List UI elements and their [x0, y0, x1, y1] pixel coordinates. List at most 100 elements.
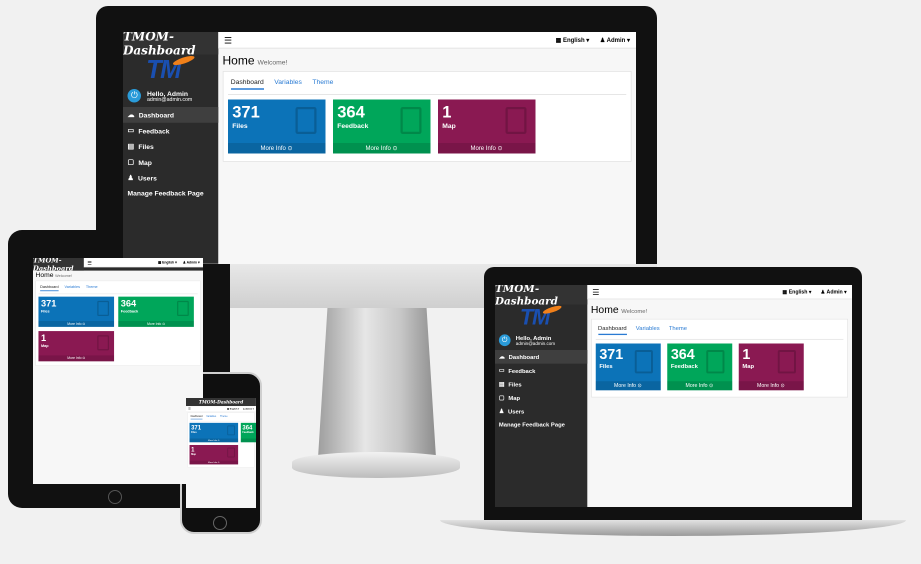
- tab-dashboard[interactable]: Dashboard: [40, 284, 59, 292]
- stat-box-map: 1 Map More Info ⊙: [437, 99, 536, 154]
- sidebar-item-files[interactable]: ▤ Files: [123, 139, 218, 155]
- sidebar-item-label: Feedback: [508, 367, 536, 374]
- language-label: English ▾: [562, 36, 590, 44]
- more-info-link[interactable]: More Info ⊙: [118, 321, 194, 327]
- user-icon: ♟: [599, 36, 607, 44]
- more-info-link[interactable]: More Info ⊙: [38, 355, 115, 362]
- tab-panel: Dashboard Variables Theme 371 Files More…: [35, 280, 201, 366]
- language-dropdown[interactable]: ▦ English ▾: [782, 289, 811, 295]
- desktop-monitor-stand: [318, 308, 436, 458]
- sidebar-item-feedback[interactable]: ▭ Feedback: [495, 364, 587, 378]
- more-info-link[interactable]: More Info ⊙: [666, 381, 732, 391]
- tab-theme[interactable]: Theme: [220, 415, 228, 419]
- stat-boxes: 371 Files More Info ⊙ 364 Feedback More …: [38, 296, 198, 362]
- laptop-screen: TMOM-Dashboard TM ⏻ Hello, Admin admin@a…: [495, 285, 852, 507]
- desktop-screen: TMOM-Dashboard TM ⏻ Hello, Admin admin@a…: [123, 32, 636, 264]
- tab-dashboard[interactable]: Dashboard: [190, 415, 203, 420]
- files-icon: [634, 350, 653, 374]
- tab-bar: Dashboard Variables Theme: [189, 414, 253, 422]
- tab-bar: Dashboard Variables Theme: [595, 322, 844, 340]
- company-logo: TM: [123, 54, 218, 85]
- stat-box-feedback: 364 Feedback More Info ⊙: [332, 99, 431, 154]
- dashboard-app: TMOM-Dashboard TM ⏻ Hello, Admin admin@a…: [495, 285, 852, 507]
- sidebar-item-files[interactable]: ▤ Files: [495, 377, 587, 391]
- user-name: Hello, Admin: [515, 334, 552, 342]
- language-dropdown[interactable]: ▦ English ▾: [158, 261, 177, 265]
- more-info-link[interactable]: More Info ⊙: [332, 143, 431, 154]
- map-icon: ▢: [498, 394, 505, 401]
- tab-theme[interactable]: Theme: [86, 284, 98, 291]
- main-content: HomeWelcome! Dashboard Variables Theme 3…: [587, 299, 852, 507]
- brand-title[interactable]: TMOM-Dashboard: [123, 32, 218, 58]
- more-info-link[interactable]: More Info ⊙: [240, 438, 256, 443]
- dashboard-app: TMOM-Dashboard TM ⏻ Hello, Admin admin@a…: [186, 398, 256, 508]
- tab-theme[interactable]: Theme: [312, 78, 333, 90]
- sidebar-nav: ☁ Dashboard ▭ Feedback ▤ Files ▢ Map ♟ Users …: [495, 350, 587, 431]
- account-dropdown[interactable]: ♟ Admin ▾: [821, 289, 847, 295]
- files-icon: [295, 107, 317, 134]
- sidebar-item-label: Dashboard: [138, 111, 175, 119]
- stat-box-feedback: 364 Feedback More Info ⊙: [666, 343, 732, 391]
- account-label: Admin ▾: [245, 407, 254, 411]
- tab-dashboard[interactable]: Dashboard: [230, 78, 264, 90]
- users-icon: ♟: [498, 407, 505, 415]
- files-icon: [97, 300, 110, 316]
- sidebar-item-manage-feedback[interactable]: Manage Feedback Page: [495, 418, 587, 431]
- tab-bar: Dashboard Variables Theme: [227, 75, 627, 95]
- tablet-screen: TMOM-Dashboard TM ⏻ Hello, Admin admin@a…: [33, 258, 203, 484]
- more-info-link[interactable]: More Info ⊙: [437, 143, 536, 154]
- tab-dashboard[interactable]: Dashboard: [598, 325, 627, 336]
- sidebar-item-feedback[interactable]: ▭ Feedback: [123, 123, 218, 139]
- more-info-link[interactable]: More Info ⊙: [189, 460, 239, 465]
- sidebar-item-users[interactable]: ♟ Users: [123, 170, 218, 186]
- hamburger-menu-icon[interactable]: ☰: [87, 259, 92, 265]
- laptop-base: [440, 520, 906, 536]
- sidebar-item-manage-feedback[interactable]: Manage Feedback Page: [123, 186, 218, 201]
- more-info-link[interactable]: More Info ⊙: [38, 321, 115, 327]
- stat-box-map: 1 Map More Info ⊙: [738, 343, 804, 391]
- tab-variables[interactable]: Variables: [636, 325, 660, 335]
- logo-text: TM: [146, 54, 181, 84]
- book-icon: [505, 107, 527, 134]
- sidebar-item-map[interactable]: ▢ Map: [495, 391, 587, 405]
- sidebar-item-dashboard[interactable]: ☁ Dashboard: [495, 350, 587, 364]
- brand-title[interactable]: TMOM-Dashboard: [186, 398, 256, 407]
- dashboard-icon: ☁: [498, 353, 505, 360]
- more-info-link[interactable]: More Info ⊙: [738, 381, 804, 391]
- tab-variables[interactable]: Variables: [274, 78, 302, 90]
- language-dropdown[interactable]: ▦ English ▾: [556, 37, 590, 44]
- sidebar-item-dashboard[interactable]: ☁ Dashboard: [123, 107, 218, 123]
- feedback-icon: ▭: [127, 126, 134, 135]
- more-info-link[interactable]: More Info ⊙: [227, 143, 326, 154]
- sidebar-item-label: Feedback: [138, 126, 170, 135]
- sidebar-item-label: Map: [138, 158, 152, 166]
- users-icon: ♟: [127, 173, 134, 182]
- tab-variables[interactable]: Variables: [206, 415, 216, 419]
- top-navbar: ☰ ▦ English ▾ ♟ Admin ▾: [586, 285, 852, 300]
- sidebar-item-label: Files: [138, 142, 154, 151]
- stat-box-files: 371 Files More Info ⊙: [189, 422, 239, 443]
- page-title: Home Welcome!: [587, 299, 852, 319]
- account-dropdown[interactable]: ♟ Admin ▾: [183, 261, 200, 265]
- account-dropdown[interactable]: ♟ Admin ▾: [243, 408, 254, 410]
- hamburger-menu-icon[interactable]: ☰: [188, 407, 191, 411]
- hamburger-menu-icon[interactable]: ☰: [592, 287, 599, 296]
- sidebar-item-label: Users: [138, 174, 157, 182]
- user-panel: ⏻ Hello, Admin admin@admin.com: [495, 331, 587, 351]
- user-panel: ⏻ Hello, Admin admin@admin.com: [123, 85, 218, 108]
- tab-variables[interactable]: Variables: [65, 284, 80, 291]
- more-info-link[interactable]: More Info ⊙: [189, 438, 239, 443]
- tab-theme[interactable]: Theme: [669, 325, 687, 335]
- brand-title[interactable]: TMOM-Dashboard: [495, 285, 587, 307]
- sidebar-item-map[interactable]: ▢ Map: [123, 154, 218, 170]
- sidebar-item-users[interactable]: ♟ Users: [495, 405, 587, 419]
- page-subtitle: Welcome!: [257, 58, 288, 66]
- account-dropdown[interactable]: ♟ Admin ▾: [600, 37, 630, 44]
- stat-box-feedback: 364 Feedback More Info ⊙: [118, 296, 194, 327]
- sidebar-nav: ☁ Dashboard ▭ Feedback ▤ Files ▢ Map ♟ Users …: [123, 107, 218, 201]
- language-dropdown[interactable]: ▦ English ▾: [227, 408, 239, 410]
- main-content: HomeWelcome! Dashboard Variables Theme 3…: [33, 268, 203, 484]
- hamburger-menu-icon[interactable]: ☰: [224, 35, 232, 46]
- more-info-link[interactable]: More Info ⊙: [595, 381, 661, 391]
- tab-panel: Dashboard Variables Theme 371 Files More…: [222, 71, 632, 162]
